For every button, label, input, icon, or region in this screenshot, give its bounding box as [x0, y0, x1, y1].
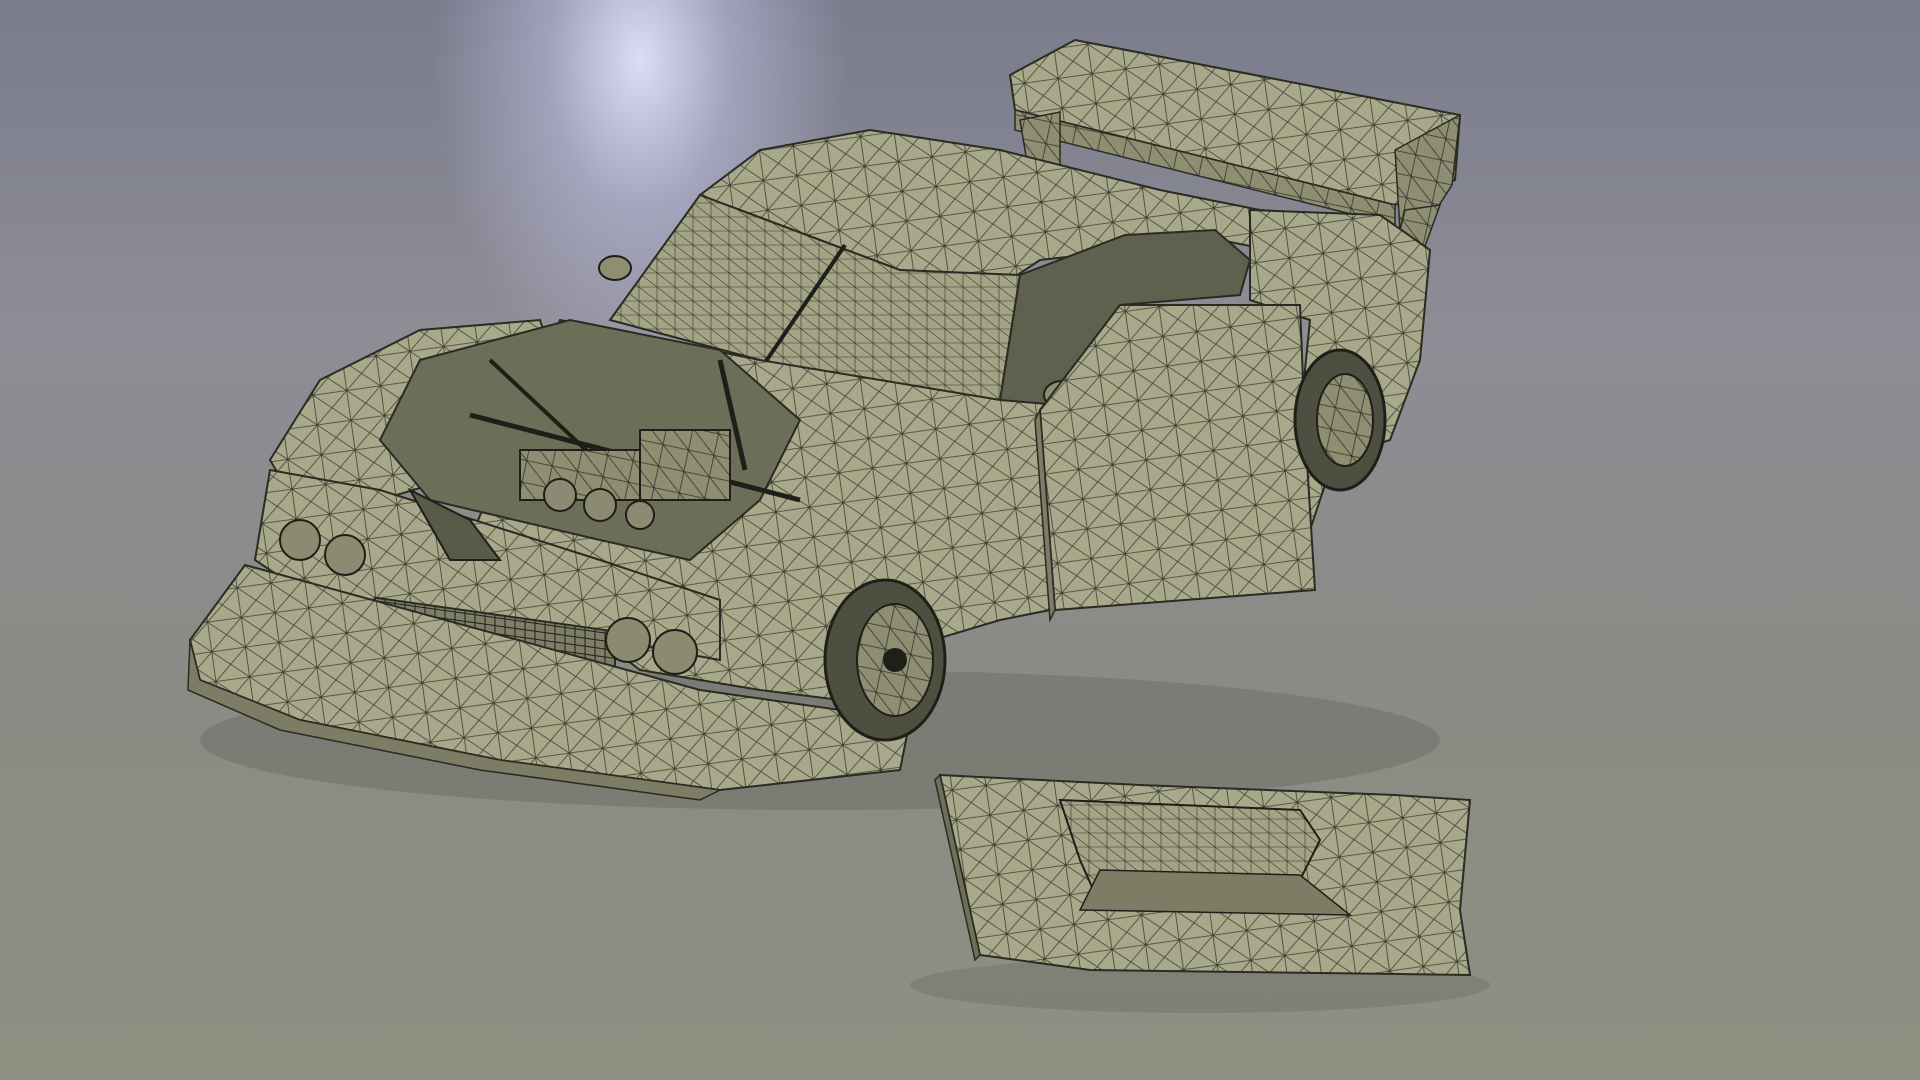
wireframe-scene[interactable]	[0, 0, 1920, 1080]
rear-wheel[interactable]	[1293, 348, 1387, 492]
3d-viewport[interactable]	[0, 0, 1920, 1080]
mirror-left	[598, 255, 632, 281]
front-wheel[interactable]	[823, 578, 947, 742]
detached-hood[interactable]	[934, 773, 1472, 977]
